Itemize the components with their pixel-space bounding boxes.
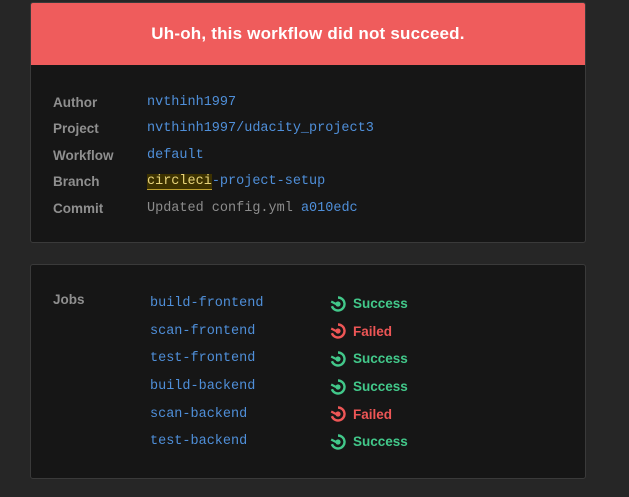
- meta-row-branch: Branch circleci-project-setup: [53, 169, 374, 196]
- job-name-link[interactable]: scan-frontend: [150, 324, 330, 339]
- branch-rest: -project-setup: [211, 174, 326, 190]
- failed-icon: [330, 323, 346, 340]
- branch-link[interactable]: circleci-project-setup: [147, 174, 326, 191]
- job-status-label: Success: [353, 434, 408, 450]
- failed-icon: [330, 406, 346, 422]
- meta-row-workflow: Workflow default: [53, 142, 374, 169]
- commit-hash-link[interactable]: a010edc: [301, 201, 358, 216]
- job-row: build-frontend Success: [150, 290, 408, 318]
- job-name-link[interactable]: build-frontend: [150, 296, 330, 311]
- job-status-badge: Failed: [330, 406, 392, 422]
- workflow-label: Workflow: [53, 147, 114, 163]
- job-row: scan-frontend Failed: [150, 318, 408, 346]
- jobs-label: Jobs: [53, 292, 85, 307]
- success-icon: [330, 351, 346, 367]
- author-link[interactable]: nvthinh1997: [147, 95, 236, 110]
- commit-message: Updated config.yml: [147, 200, 293, 216]
- job-status-badge: Failed: [330, 323, 393, 340]
- project-label: Project: [53, 121, 99, 137]
- banner-message: Uh-oh, this workflow did not succeed.: [151, 24, 465, 43]
- branch-label: Branch: [53, 174, 100, 190]
- workflow-summary-card: Uh-oh, this workflow did not succeed. Au…: [30, 2, 586, 243]
- job-status-label: Success: [353, 351, 408, 367]
- commit-label: Commit: [53, 200, 104, 216]
- meta-row-author: Author nvthinh1997: [53, 89, 374, 116]
- job-row: test-frontend Success: [150, 345, 408, 373]
- job-status-badge: Success: [330, 378, 408, 395]
- job-name-link[interactable]: scan-backend: [150, 407, 330, 422]
- job-status-badge: Success: [330, 296, 408, 312]
- job-status-label: Failed: [353, 406, 393, 422]
- success-icon: [330, 434, 346, 450]
- jobs-card: Jobs build-frontend Success scan-frontend F…: [30, 264, 586, 479]
- job-status-badge: Success: [330, 351, 408, 367]
- workflow-link[interactable]: default: [147, 148, 204, 163]
- job-name-link[interactable]: build-backend: [150, 379, 330, 394]
- author-label: Author: [53, 94, 98, 110]
- meta-row-commit: Commit Updated config.yml a010edc: [53, 195, 374, 222]
- success-icon: [330, 296, 346, 312]
- meta-row-project: Project nvthinh1997/udacity_project3: [53, 116, 374, 143]
- job-name-link[interactable]: test-backend: [150, 434, 330, 449]
- failure-banner: Uh-oh, this workflow did not succeed.: [31, 3, 585, 65]
- job-status-badge: Success: [330, 434, 408, 450]
- project-link[interactable]: nvthinh1997/udacity_project3: [147, 121, 374, 136]
- branch-highlight: circleci: [147, 174, 212, 191]
- job-status-label: Success: [353, 296, 408, 312]
- job-row: test-backend Success: [150, 428, 408, 456]
- jobs-list: build-frontend Success scan-frontend Failed…: [150, 290, 408, 456]
- workflow-meta-table: Author nvthinh1997 Project nvthinh1997/u…: [53, 89, 374, 222]
- job-row: scan-backend Failed: [150, 400, 408, 428]
- job-name-link[interactable]: test-frontend: [150, 351, 330, 366]
- job-status-label: Failed: [353, 323, 393, 339]
- job-status-label: Success: [353, 379, 408, 395]
- job-row: build-backend Success: [150, 373, 408, 401]
- success-icon: [330, 378, 346, 395]
